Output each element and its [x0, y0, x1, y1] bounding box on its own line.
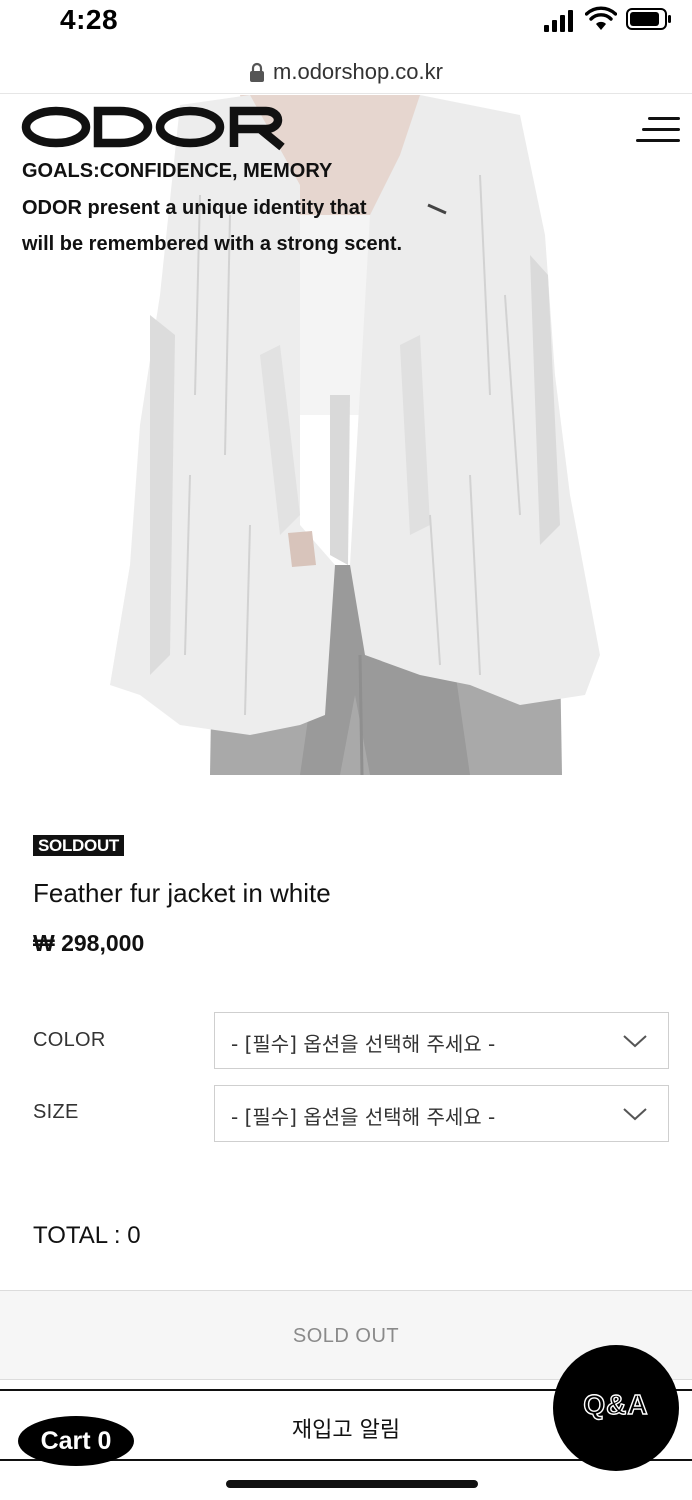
lock-icon — [250, 62, 265, 82]
total-price: TOTAL : 0 — [33, 1222, 141, 1249]
status-bar: 4:28 — [0, 0, 692, 46]
cart-button-label: Cart 0 — [40, 1427, 112, 1455]
product-name: Feather fur jacket in white — [33, 878, 331, 908]
wifi-icon — [585, 6, 617, 30]
qa-button[interactable]: Q&A — [553, 1345, 679, 1471]
product-page: 4:28 m.odorshop.co.kr GOALS:CONFIDENCE, … — [0, 0, 692, 1500]
cart-button[interactable]: Cart 0 — [18, 1416, 134, 1466]
chevron-down-icon — [623, 1108, 647, 1121]
soldout-button-label: SOLD OUT — [292, 1325, 400, 1347]
tagline-line-1: GOALS:CONFIDENCE, MEMORY — [22, 160, 333, 182]
soldout-badge: SOLDOUT — [33, 835, 125, 856]
size-option-label: SIZE — [33, 1101, 79, 1123]
tagline-line-2: ODOR present a unique identity that — [22, 197, 367, 219]
brand-logo[interactable] — [20, 103, 298, 151]
chevron-down-icon — [623, 1035, 647, 1048]
tagline-line-3: will be remembered with a strong scent. — [22, 233, 403, 255]
size-option-select[interactable]: - [필수] 옵션을 선택해 주세요 - — [214, 1085, 669, 1142]
size-option-value: - [필수] 옵션을 선택해 주세요 - — [231, 1105, 496, 1129]
address-bar[interactable]: m.odorshop.co.kr — [0, 50, 692, 94]
url-text: m.odorshop.co.kr — [273, 59, 443, 84]
battery-icon — [626, 8, 671, 30]
color-option-value: - [필수] 옵션을 선택해 주세요 - — [231, 1032, 496, 1056]
hamburger-menu-icon[interactable] — [636, 115, 680, 151]
color-option-select[interactable]: - [필수] 옵션을 선택해 주세요 - — [214, 1012, 669, 1069]
color-option-label: COLOR — [33, 1029, 106, 1051]
signal-icon — [544, 10, 573, 32]
hero-image: GOALS:CONFIDENCE, MEMORY ODOR present a … — [0, 95, 692, 775]
qa-button-label: Q&A — [583, 1388, 649, 1420]
home-indicator[interactable] — [226, 1480, 478, 1488]
status-time: 4:28 — [60, 4, 119, 35]
product-price: ₩ 298,000 — [33, 930, 145, 956]
